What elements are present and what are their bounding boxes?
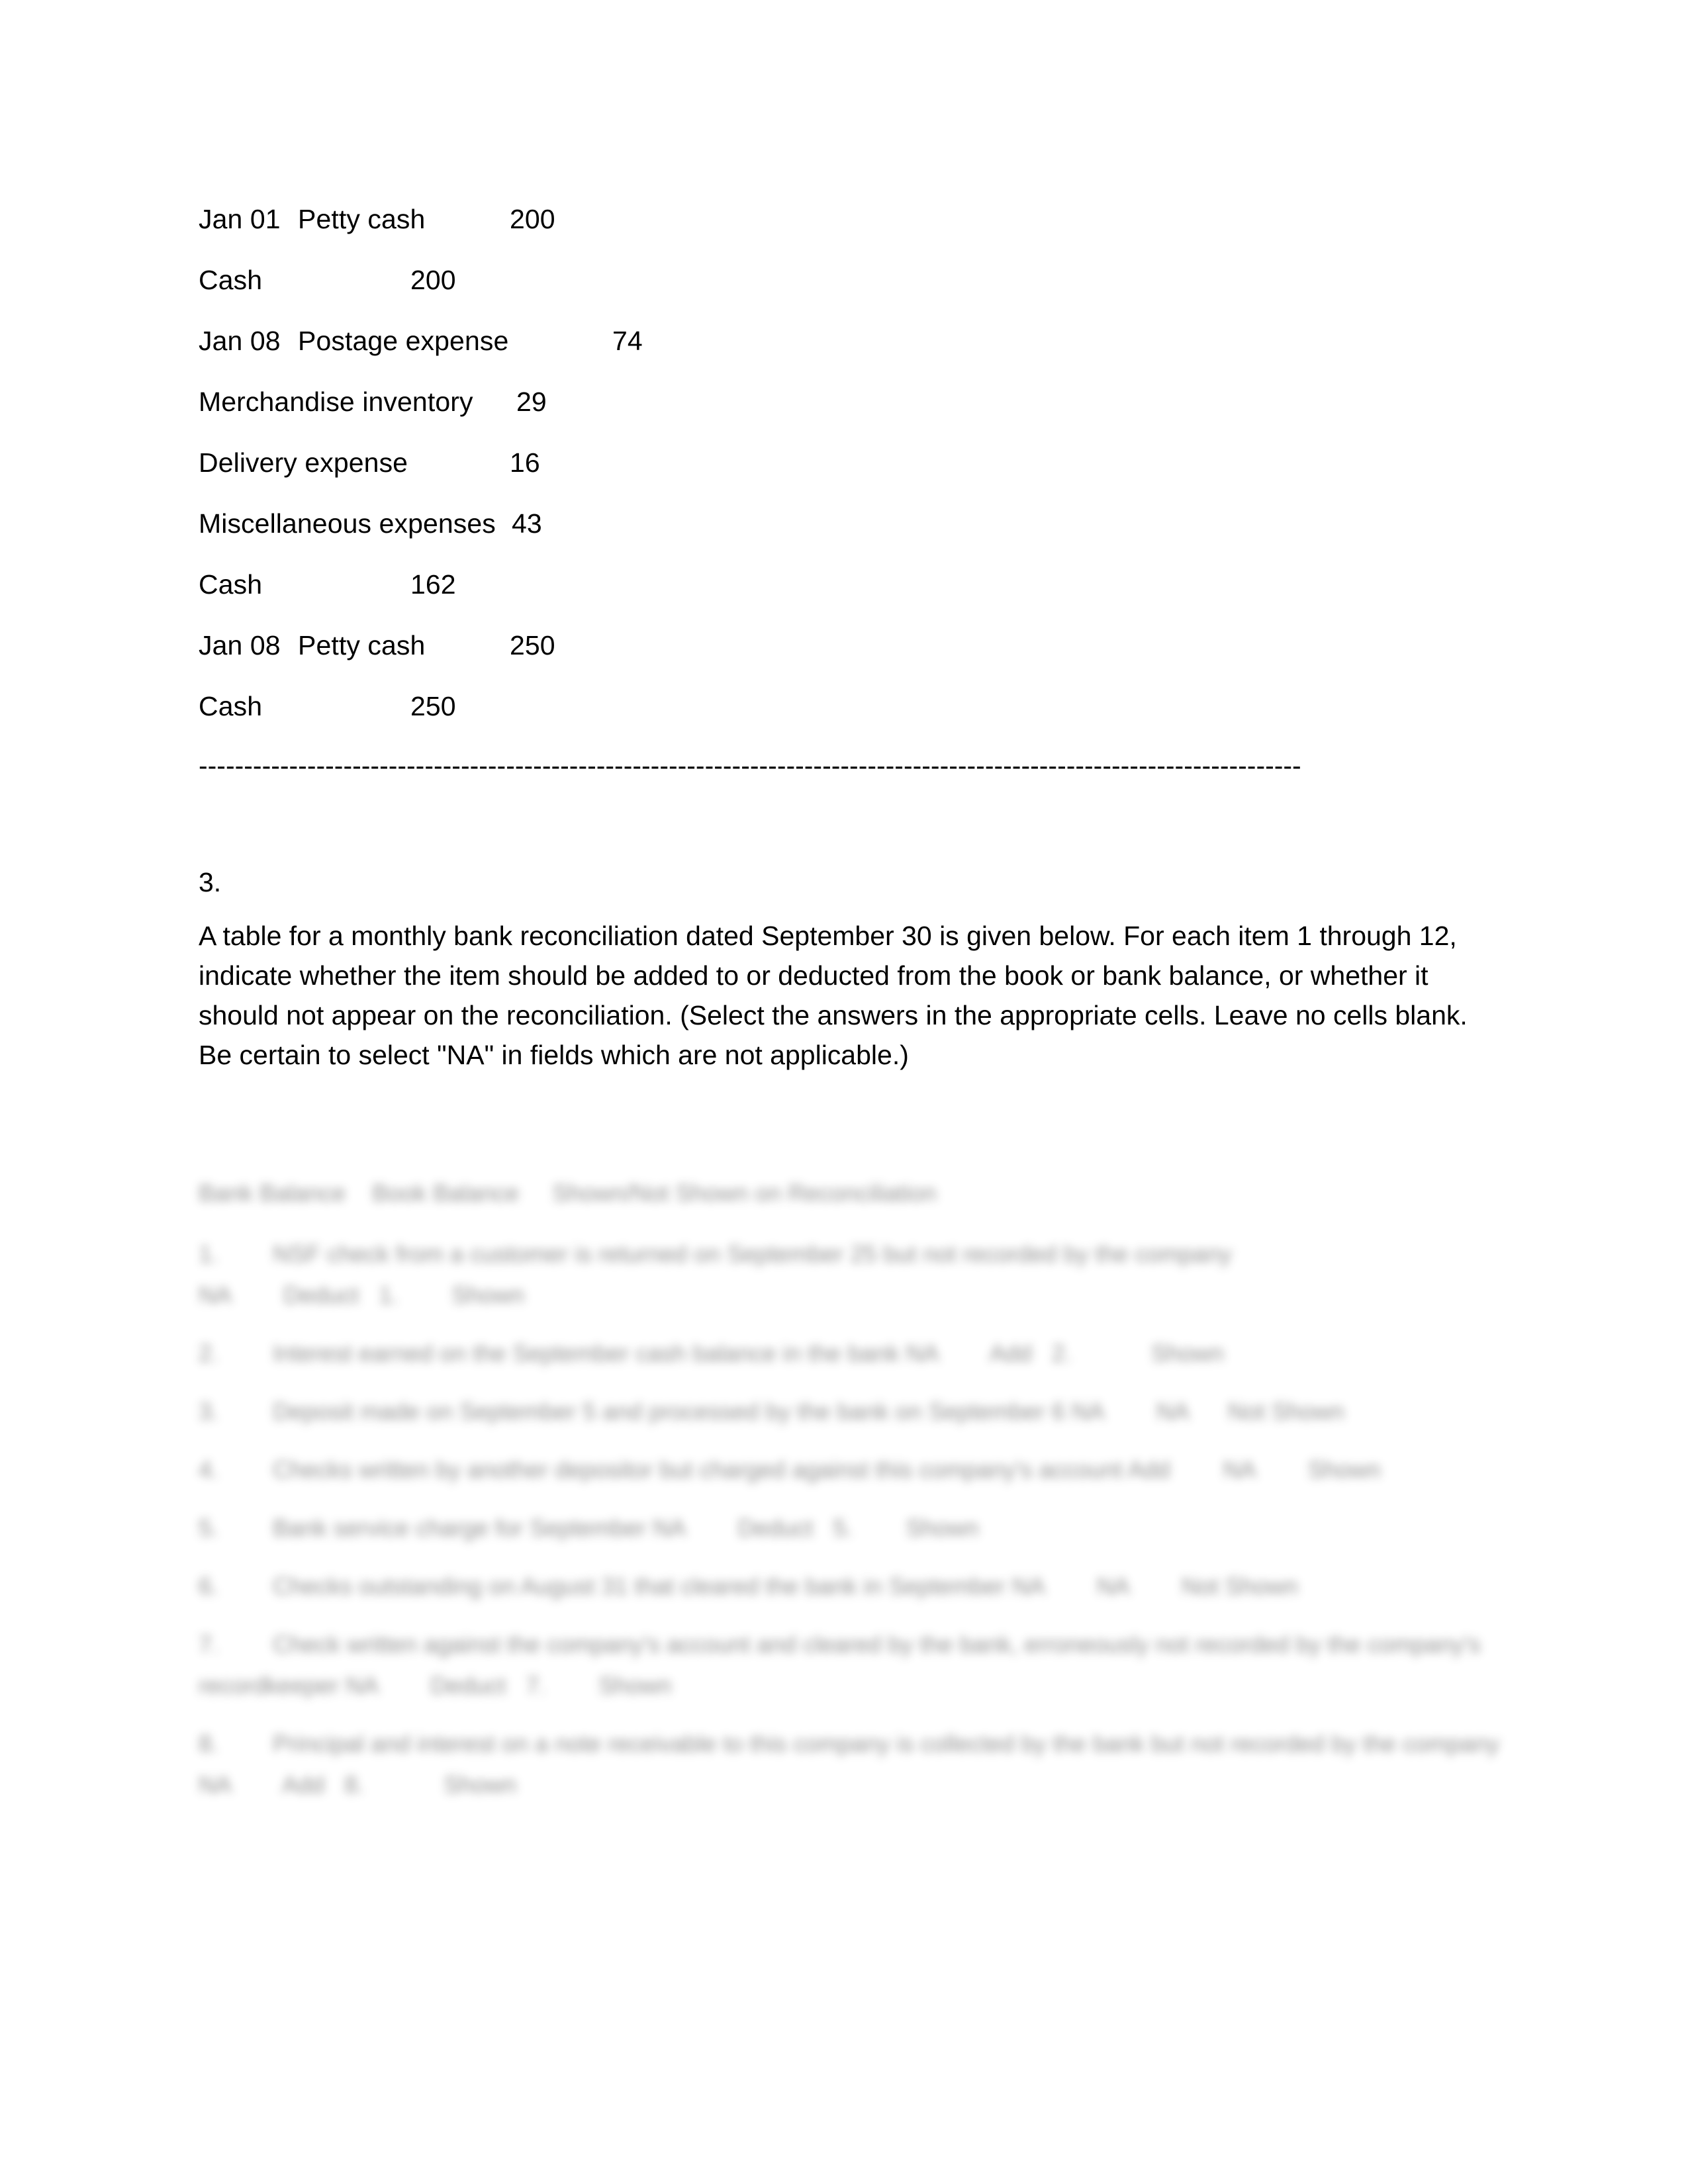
- table-row-answers: NA Deduct 1. Shown: [199, 1281, 525, 1308]
- journal-entry-amount: 250: [410, 691, 456, 721]
- table-row-description: Interest earned on the September cash ba…: [273, 1340, 900, 1367]
- journal-entry-line: Cash 162: [199, 554, 1496, 615]
- journal-entry-line: Jan 01 Petty cash 200: [199, 189, 1496, 250]
- journal-entry-amount: 250: [510, 630, 555, 660]
- table-row: 1. NSF check from a customer is returned …: [199, 1234, 1503, 1316]
- table-row-number: 7.: [199, 1631, 219, 1658]
- table-row: 3. Deposit made on September 5 and proces…: [199, 1391, 1503, 1432]
- dashed-rule: ----------------------------------------…: [199, 751, 1301, 781]
- journal-entry-amount: 200: [410, 265, 456, 295]
- table-row-answers: NA Add 8. Shown: [199, 1771, 517, 1798]
- table-row-number: 1.: [199, 1240, 219, 1267]
- journal-entry-account: Cash: [199, 569, 263, 600]
- table-row-description: NSF check from a customer is returned on…: [273, 1240, 1232, 1267]
- question-number: 3.: [199, 867, 222, 897]
- table-row-description: Deposit made on September 5 and processe…: [273, 1398, 1065, 1425]
- question-body-text: A table for a monthly bank reconciliatio…: [199, 921, 1468, 1070]
- table-row-answers: NA Deduct 5. Shown: [653, 1514, 979, 1541]
- table-row-number: 6.: [199, 1572, 219, 1600]
- journal-entry-amount: 16: [510, 447, 540, 478]
- table-row-answers: NA NA Not Shown: [1011, 1572, 1298, 1600]
- journal-entry-line: Miscellaneous expenses 43: [199, 493, 1496, 554]
- table-row-answers: NA Deduct 7. Shown: [346, 1672, 672, 1699]
- reconciliation-table: Bank Balance Book Balance Shown/Not Show…: [199, 1173, 1503, 1805]
- journal-entry-amount: 43: [512, 508, 542, 539]
- table-row: 2. Interest earned on the September cash …: [199, 1333, 1503, 1374]
- journal-entry-line: Delivery expense 16: [199, 432, 1496, 493]
- table-row-answers: NA NA Not Shown: [1071, 1398, 1344, 1425]
- journal-entry-amount: 74: [612, 326, 643, 356]
- table-row: 8. Principal and interest on a note recei…: [199, 1723, 1503, 1805]
- journal-entry-amount: 200: [510, 204, 555, 234]
- journal-entry-block: Jan 01 Petty cash 200 Cash 200 Jan 08 Postage …: [199, 189, 1496, 737]
- journal-entry-account: Cash: [199, 691, 263, 721]
- table-row-description: Bank service charge for September: [273, 1514, 647, 1541]
- table-row-answers: NA Add 2. Shown: [906, 1340, 1224, 1367]
- journal-entry-line: Cash 200: [199, 250, 1496, 310]
- table-row-number: 4.: [199, 1456, 219, 1483]
- document-content: Jan 01 Petty cash 200 Cash 200 Jan 08 Postage …: [199, 189, 1499, 1823]
- journal-entry-line: Cash 250: [199, 676, 1496, 737]
- table-row: 6. Checks outstanding on August 31 that c…: [199, 1566, 1503, 1607]
- journal-entry-amount: 29: [516, 387, 547, 417]
- section-divider: ----------------------------------------…: [199, 737, 1496, 803]
- table-row: 7. Check written against the company's ac…: [199, 1624, 1503, 1706]
- table-row-description: Checks outstanding on August 31 that cle…: [273, 1572, 1006, 1600]
- table-row: 4. Checks written by another depositor bu…: [199, 1449, 1503, 1490]
- journal-entry-account: Petty cash: [298, 204, 426, 234]
- journal-entry-account: Cash: [199, 265, 263, 295]
- table-row-number: 2.: [199, 1340, 219, 1367]
- journal-entry-account: Postage expense: [298, 326, 509, 356]
- journal-entry-line: Jan 08 Petty cash 250: [199, 615, 1496, 676]
- table-row-description: Principal and interest on a note receiva…: [273, 1730, 1500, 1757]
- journal-entry-account: Merchandise inventory: [199, 387, 473, 417]
- table-row-number: 8.: [199, 1730, 219, 1757]
- journal-entry-amount: 162: [410, 569, 456, 600]
- journal-entry-date: Jan 08: [199, 326, 281, 356]
- journal-entry-date: Jan 08: [199, 630, 281, 660]
- journal-entry-line: Jan 08 Postage expense 74: [199, 310, 1496, 371]
- journal-entry-date: Jan 01: [199, 204, 281, 234]
- table-row-description: Checks written by another depositor but …: [273, 1456, 1123, 1483]
- journal-entry-account: Miscellaneous expenses: [199, 508, 496, 539]
- table-row: 5. Bank service charge for September NA D…: [199, 1508, 1503, 1549]
- journal-entry-account: Delivery expense: [199, 447, 408, 478]
- document-page: Jan 01 Petty cash 200 Cash 200 Jan 08 Postage …: [0, 0, 1688, 2184]
- table-header-row: Bank Balance Book Balance Shown/Not Show…: [199, 1179, 937, 1206]
- journal-entry-account: Petty cash: [298, 630, 426, 660]
- table-row-number: 5.: [199, 1514, 219, 1541]
- table-body: 1. NSF check from a customer is returned …: [199, 1234, 1503, 1805]
- table-row-answers: Add NA Shown: [1127, 1456, 1381, 1483]
- table-row-number: 3.: [199, 1398, 219, 1425]
- journal-entry-line: Merchandise inventory 29: [199, 371, 1496, 432]
